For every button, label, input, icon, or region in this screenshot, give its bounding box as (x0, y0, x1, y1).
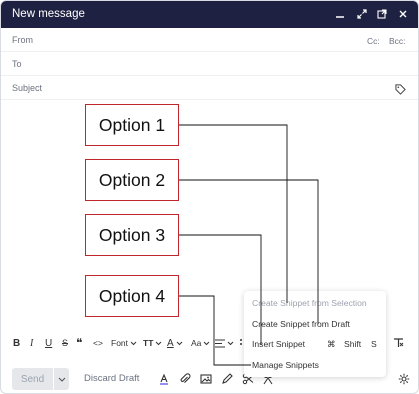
chevron-down-icon (204, 341, 210, 345)
send-button[interactable]: Send (12, 368, 53, 390)
option-3-box: Option 3 (85, 214, 179, 256)
font-size-dropdown[interactable]: TT (143, 336, 162, 350)
font-size-label: TT (143, 338, 154, 348)
menu-manage-snippets[interactable]: Manage Snippets (252, 360, 319, 370)
chevron-down-icon (176, 341, 183, 345)
code-button[interactable]: <> (93, 336, 103, 350)
quote-button[interactable]: ❝ (76, 336, 82, 350)
menu-create-from-selection[interactable]: Create Snippet from Selection (252, 298, 367, 308)
menu-insert-snippet[interactable]: Insert Snippet (252, 339, 305, 349)
compose-titlebar: New message (1, 1, 418, 28)
font-dropdown-label: Font (111, 338, 129, 348)
underline-button[interactable]: U (45, 336, 52, 350)
strikethrough-button[interactable]: S (62, 336, 68, 350)
chevron-down-icon (227, 341, 234, 345)
align-left-icon (215, 338, 225, 348)
bcc-toggle[interactable]: Bcc: (389, 36, 406, 46)
shortcut-cmd-key: ⌘ (327, 339, 336, 349)
align-dropdown[interactable] (215, 336, 234, 350)
attachment-icon[interactable] (178, 372, 191, 385)
text-color-label: A (167, 337, 174, 349)
to-label: To (12, 59, 22, 69)
option-2-box: Option 2 (85, 159, 179, 201)
settings-gear-icon[interactable] (397, 372, 410, 385)
subject-label: Subject (12, 83, 43, 93)
chevron-down-icon (156, 341, 162, 345)
bold-button[interactable]: B (13, 336, 20, 350)
tag-icon[interactable] (395, 82, 406, 100)
text-color-dropdown[interactable]: A (167, 336, 183, 350)
popout-icon[interactable] (374, 6, 390, 22)
shortcut-shift-key: Shift (344, 339, 362, 349)
expand-icon[interactable] (354, 6, 370, 22)
list-icon[interactable] (239, 336, 243, 350)
option-1-box: Option 1 (85, 104, 179, 146)
chevron-down-icon (58, 377, 65, 382)
close-icon[interactable] (395, 6, 411, 22)
minimize-icon[interactable] (332, 6, 348, 22)
cc-toggle[interactable]: Cc: (367, 36, 380, 46)
from-label: From (12, 35, 33, 45)
compose-title: New message (12, 8, 85, 20)
text-case-dropdown[interactable]: Aa (191, 336, 210, 350)
from-row[interactable]: From Cc: Bcc: (1, 28, 418, 52)
shortcut-s-key: S (371, 339, 377, 349)
italic-button[interactable]: I (30, 336, 33, 350)
menu-create-from-draft[interactable]: Create Snippet from Draft (252, 319, 350, 329)
subject-field[interactable]: Subject (1, 76, 418, 100)
image-icon[interactable] (199, 372, 212, 385)
font-dropdown[interactable]: Font (111, 336, 137, 350)
snippet-menu: Create Snippet from Selection Create Sni… (244, 291, 386, 377)
clear-formatting-icon[interactable] (393, 336, 404, 350)
text-case-label: Aa (191, 338, 202, 348)
discard-draft-button[interactable]: Discard Draft (84, 373, 139, 384)
signature-icon[interactable] (220, 372, 233, 385)
chevron-down-icon (130, 341, 137, 345)
send-options-button[interactable] (54, 368, 69, 390)
option-4-box: Option 4 (85, 275, 179, 317)
text-format-icon[interactable] (157, 372, 170, 385)
to-field[interactable]: To (1, 52, 418, 76)
compose-window: New message From Cc: Bcc: To Subject Opt… (0, 0, 419, 394)
